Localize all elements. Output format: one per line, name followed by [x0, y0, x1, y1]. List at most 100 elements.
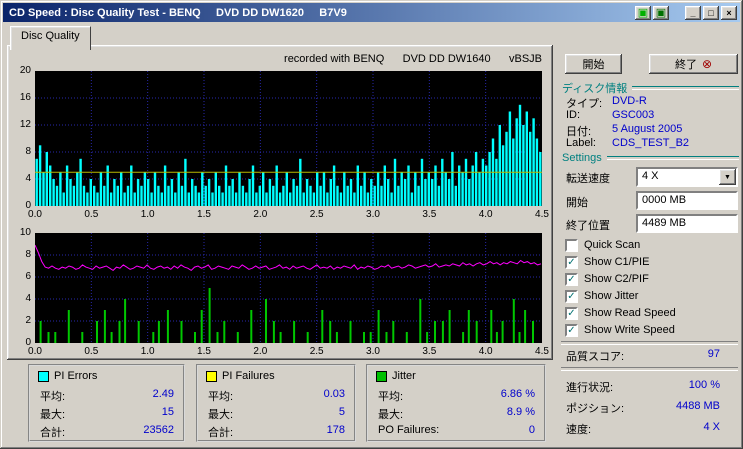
disc-id-value: GSC003	[612, 109, 654, 121]
y-axis-tick-label: 12	[11, 119, 31, 130]
disc-info-header-label: ディスク情報	[562, 80, 627, 96]
show-c1-pie-checkbox[interactable]: ✓	[565, 256, 578, 269]
position-value: 4488 MB	[640, 400, 720, 412]
y-axis-tick-label: 16	[11, 92, 31, 103]
stat-value: 23562	[143, 424, 174, 440]
progress-label: 進行状況:	[566, 379, 613, 395]
x-axis-tick-label: 2.5	[306, 346, 328, 357]
green-window-icon: ▣	[656, 8, 666, 18]
progress-value: 100 %	[640, 379, 720, 391]
stat-label: 平均:	[378, 388, 403, 404]
x-axis-tick-label: 1.0	[137, 209, 159, 220]
stat-row: 合計: 178	[208, 424, 345, 440]
pi-failures-statbox: PI Failures 平均:0.03 最大:5 合計:178	[196, 364, 356, 442]
show-jitter-checkbox[interactable]: ✓	[565, 290, 578, 303]
show-write-speed-checkbox[interactable]: ✓	[565, 324, 578, 337]
quick-scan-label: Quick Scan	[584, 239, 640, 251]
y-axis-tick-label: 4	[11, 293, 31, 304]
exit-button[interactable]: 終了 ⊗	[649, 54, 738, 74]
x-axis-tick-label: 3.0	[362, 346, 384, 357]
close-button[interactable]: ×	[721, 6, 737, 20]
jitter-statbox-header: Jitter	[376, 370, 416, 382]
stat-label: PO Failures:	[378, 424, 439, 436]
end-position-field[interactable]: 4489 MB	[636, 214, 738, 233]
stat-row: 最大: 15	[40, 406, 174, 422]
stat-label: 合計:	[208, 424, 233, 440]
show-write-speed-label: Show Write Speed	[584, 324, 675, 336]
exit-icon: ⊗	[702, 58, 712, 70]
maximize-button[interactable]: □	[703, 6, 719, 20]
stat-label: 平均:	[40, 388, 65, 404]
title-green-icon-1[interactable]: ▣	[635, 6, 651, 20]
x-axis-tick-label: 3.0	[362, 209, 384, 220]
y-axis-tick-label: 20	[11, 65, 31, 76]
y-axis-tick-label: 6	[11, 271, 31, 282]
quality-score-label: 品質スコア:	[566, 348, 624, 364]
x-axis-tick-label: 1.5	[193, 209, 215, 220]
close-icon: ×	[726, 8, 731, 18]
quick-scan-checkbox[interactable]: ✓	[565, 239, 578, 252]
start-position-value: 0000 MB	[638, 193, 736, 206]
disc-type-value: DVD-R	[612, 95, 647, 107]
show-jitter-label: Show Jitter	[584, 290, 638, 302]
x-axis-tick-label: 2.5	[306, 209, 328, 220]
y-axis-tick-label: 2	[11, 315, 31, 326]
stat-row: PO Failures: 0	[378, 424, 535, 436]
show-read-speed-label: Show Read Speed	[584, 307, 676, 319]
start-position-field[interactable]: 0000 MB	[636, 191, 738, 210]
start-button-label: 開始	[583, 56, 605, 72]
window-title: CD Speed : Disc Quality Test - BENQ DVD …	[3, 7, 635, 19]
stat-label: 最大:	[378, 406, 403, 422]
stat-value: 2.49	[153, 388, 174, 404]
stat-value: 15	[162, 406, 174, 422]
pi-errors-statbox-title: PI Errors	[54, 370, 97, 382]
title-green-icon-2[interactable]: ▣	[653, 6, 669, 20]
x-axis-tick-label: 4.0	[475, 346, 497, 357]
x-axis-tick-label: 0.5	[80, 209, 102, 220]
title-bar[interactable]: CD Speed : Disc Quality Test - BENQ DVD …	[3, 3, 740, 22]
start-button[interactable]: 開始	[565, 54, 622, 74]
stat-label: 合計:	[40, 424, 65, 440]
check-icon: ✓	[567, 309, 575, 318]
minimize-icon: _	[690, 8, 695, 18]
stat-label: 最大:	[40, 406, 65, 422]
check-icon: ✓	[567, 258, 575, 267]
stat-row: 平均: 2.49	[40, 388, 174, 404]
check-icon: ✓	[567, 292, 575, 301]
minimize-button[interactable]: _	[685, 6, 701, 20]
dropdown-button[interactable]: ▼	[719, 169, 736, 185]
x-axis-tick-label: 3.5	[418, 209, 440, 220]
disc-label-value: CDS_TEST_B2	[612, 137, 689, 149]
speed-value: 4 X	[640, 421, 720, 433]
show-c2-pif-label: Show C2/PIF	[584, 273, 649, 285]
tab-disc-quality[interactable]: Disc Quality	[10, 26, 91, 50]
x-axis-tick-label: 1.5	[193, 346, 215, 357]
stat-row: 平均:6.86 %	[378, 388, 535, 404]
pi-failures-statbox-title: PI Failures	[222, 370, 275, 382]
section-divider-line	[607, 156, 739, 160]
pi-failures-legend-swatch-icon	[206, 371, 217, 382]
x-axis-tick-label: 3.5	[418, 346, 440, 357]
show-c2-pif-checkbox[interactable]: ✓	[565, 273, 578, 286]
show-read-speed-checkbox[interactable]: ✓	[565, 307, 578, 320]
x-axis-tick-label: 0.5	[80, 346, 102, 357]
title-bar-controls: ▣ ▣ _ □ ×	[635, 6, 740, 20]
stat-value: 0.03	[324, 388, 345, 404]
stat-value: 178	[327, 424, 345, 440]
jitter-pif-chart	[35, 233, 542, 343]
maximize-icon: □	[708, 8, 713, 18]
jitter-legend-swatch-icon	[376, 371, 387, 382]
stat-value: 0	[529, 424, 535, 436]
recorded-with-text: recorded with BENQ DVD DD DW1640 vBSJB	[284, 53, 542, 65]
exit-button-label: 終了	[675, 56, 697, 72]
pi-errors-statbox: PI Errors 平均: 2.49 最大: 15 合計: 23562	[28, 364, 185, 442]
y-axis-tick-label: 0	[11, 200, 31, 211]
stat-row: 最大:5	[208, 406, 345, 422]
end-position-value: 4489 MB	[638, 216, 736, 229]
transfer-speed-dropdown[interactable]: 4 X ▼	[636, 167, 738, 187]
check-icon: ✓	[567, 275, 575, 284]
stat-row: 合計: 23562	[40, 424, 174, 440]
x-axis-tick-label: 4.5	[531, 346, 553, 357]
check-icon: ✓	[567, 326, 575, 335]
application-window: CD Speed : Disc Quality Test - BENQ DVD …	[0, 0, 743, 449]
